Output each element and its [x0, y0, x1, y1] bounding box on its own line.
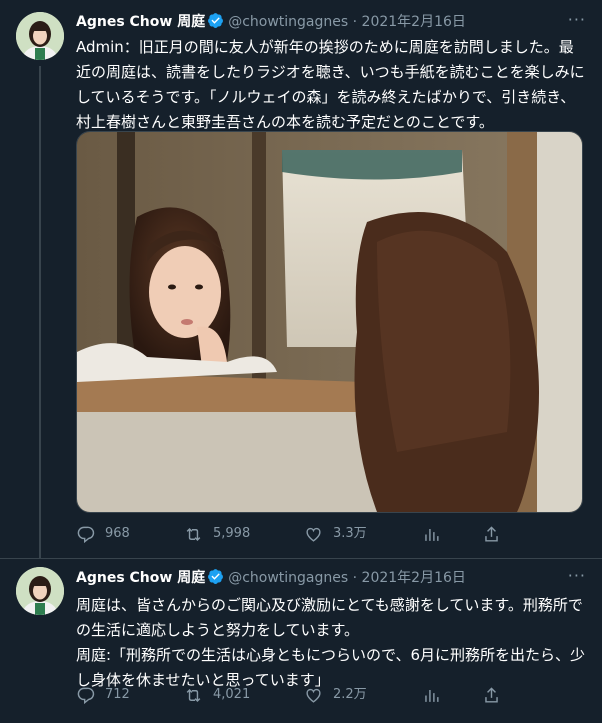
separator-dot: · [352, 14, 358, 30]
retweet-count: 4,021 [213, 687, 251, 702]
retweet-count: 5,998 [213, 526, 251, 541]
more-dots-icon[interactable]: ··· [568, 10, 586, 29]
reply-count: 968 [105, 526, 130, 541]
verified-badge-icon [207, 568, 224, 591]
author-handle[interactable]: @chowtingagnes [228, 14, 348, 30]
retweet-icon [186, 527, 201, 541]
retweet-button[interactable]: 4,021 [184, 684, 250, 706]
author-name[interactable]: Agnes Chow 周庭 [76, 14, 205, 30]
tweet-header: Agnes Chow 周庭 @chowtingagnes · 2021年2月16日 [76, 12, 586, 32]
separator-dot: · [352, 570, 358, 586]
author-handle[interactable]: @chowtingagnes [228, 570, 348, 586]
avatar[interactable] [16, 12, 64, 60]
like-button[interactable]: 2.2万 [304, 684, 367, 706]
tweet-1[interactable]: Agnes Chow 周庭 @chowtingagnes · 2021年2月16日… [0, 0, 602, 558]
tweet-text: Admin：旧正月の間に友人が新年の挨拶のために周庭を訪問しました。最近の周庭は… [76, 38, 585, 131]
heart-icon [306, 688, 321, 703]
share-icon [485, 525, 498, 542]
thread-connector-line [39, 66, 41, 558]
tweet-date[interactable]: 2021年2月16日 [362, 570, 466, 586]
tweet-text: 周庭は、皆さんからのご関心及び激励にとても感謝をしています。刑務所での生活に適応… [76, 593, 588, 693]
heart-icon [306, 527, 321, 542]
tweet-date[interactable]: 2021年2月16日 [362, 14, 466, 30]
analytics-icon [425, 528, 439, 541]
retweet-button[interactable]: 5,998 [184, 523, 250, 545]
analytics-button[interactable] [422, 523, 451, 545]
tweet-2[interactable]: Agnes Chow 周庭 @chowtingagnes · 2021年2月16日… [0, 558, 602, 723]
author-name[interactable]: Agnes Chow 周庭 [76, 570, 205, 586]
reply-button[interactable]: 968 [76, 523, 130, 545]
more-dots-icon[interactable]: ··· [568, 566, 586, 585]
tweet-photo[interactable] [76, 131, 583, 513]
comment-bubble-icon [77, 687, 95, 704]
analytics-icon [425, 689, 439, 702]
tweet-text-line: 周庭は、皆さんからのご関心及び激励にとても感謝をしています。刑務所での生活に適応… [76, 596, 583, 639]
tweet-actions: 968 5,998 3.3万 [76, 523, 586, 545]
like-count: 2.2万 [333, 687, 367, 702]
like-count: 3.3万 [333, 526, 367, 541]
retweet-icon [186, 688, 201, 702]
reply-button[interactable]: 712 [76, 684, 130, 706]
verified-badge-icon [207, 12, 224, 35]
comment-bubble-icon [77, 526, 95, 543]
share-button[interactable] [482, 684, 511, 706]
share-icon [485, 686, 498, 703]
tweet-actions: 712 4,021 2.2万 [76, 684, 586, 706]
tweet-header: Agnes Chow 周庭 @chowtingagnes · 2021年2月16日 [76, 568, 586, 588]
analytics-button[interactable] [422, 684, 451, 706]
share-button[interactable] [482, 523, 511, 545]
reply-count: 712 [105, 687, 130, 702]
avatar[interactable] [16, 567, 64, 615]
like-button[interactable]: 3.3万 [304, 523, 367, 545]
